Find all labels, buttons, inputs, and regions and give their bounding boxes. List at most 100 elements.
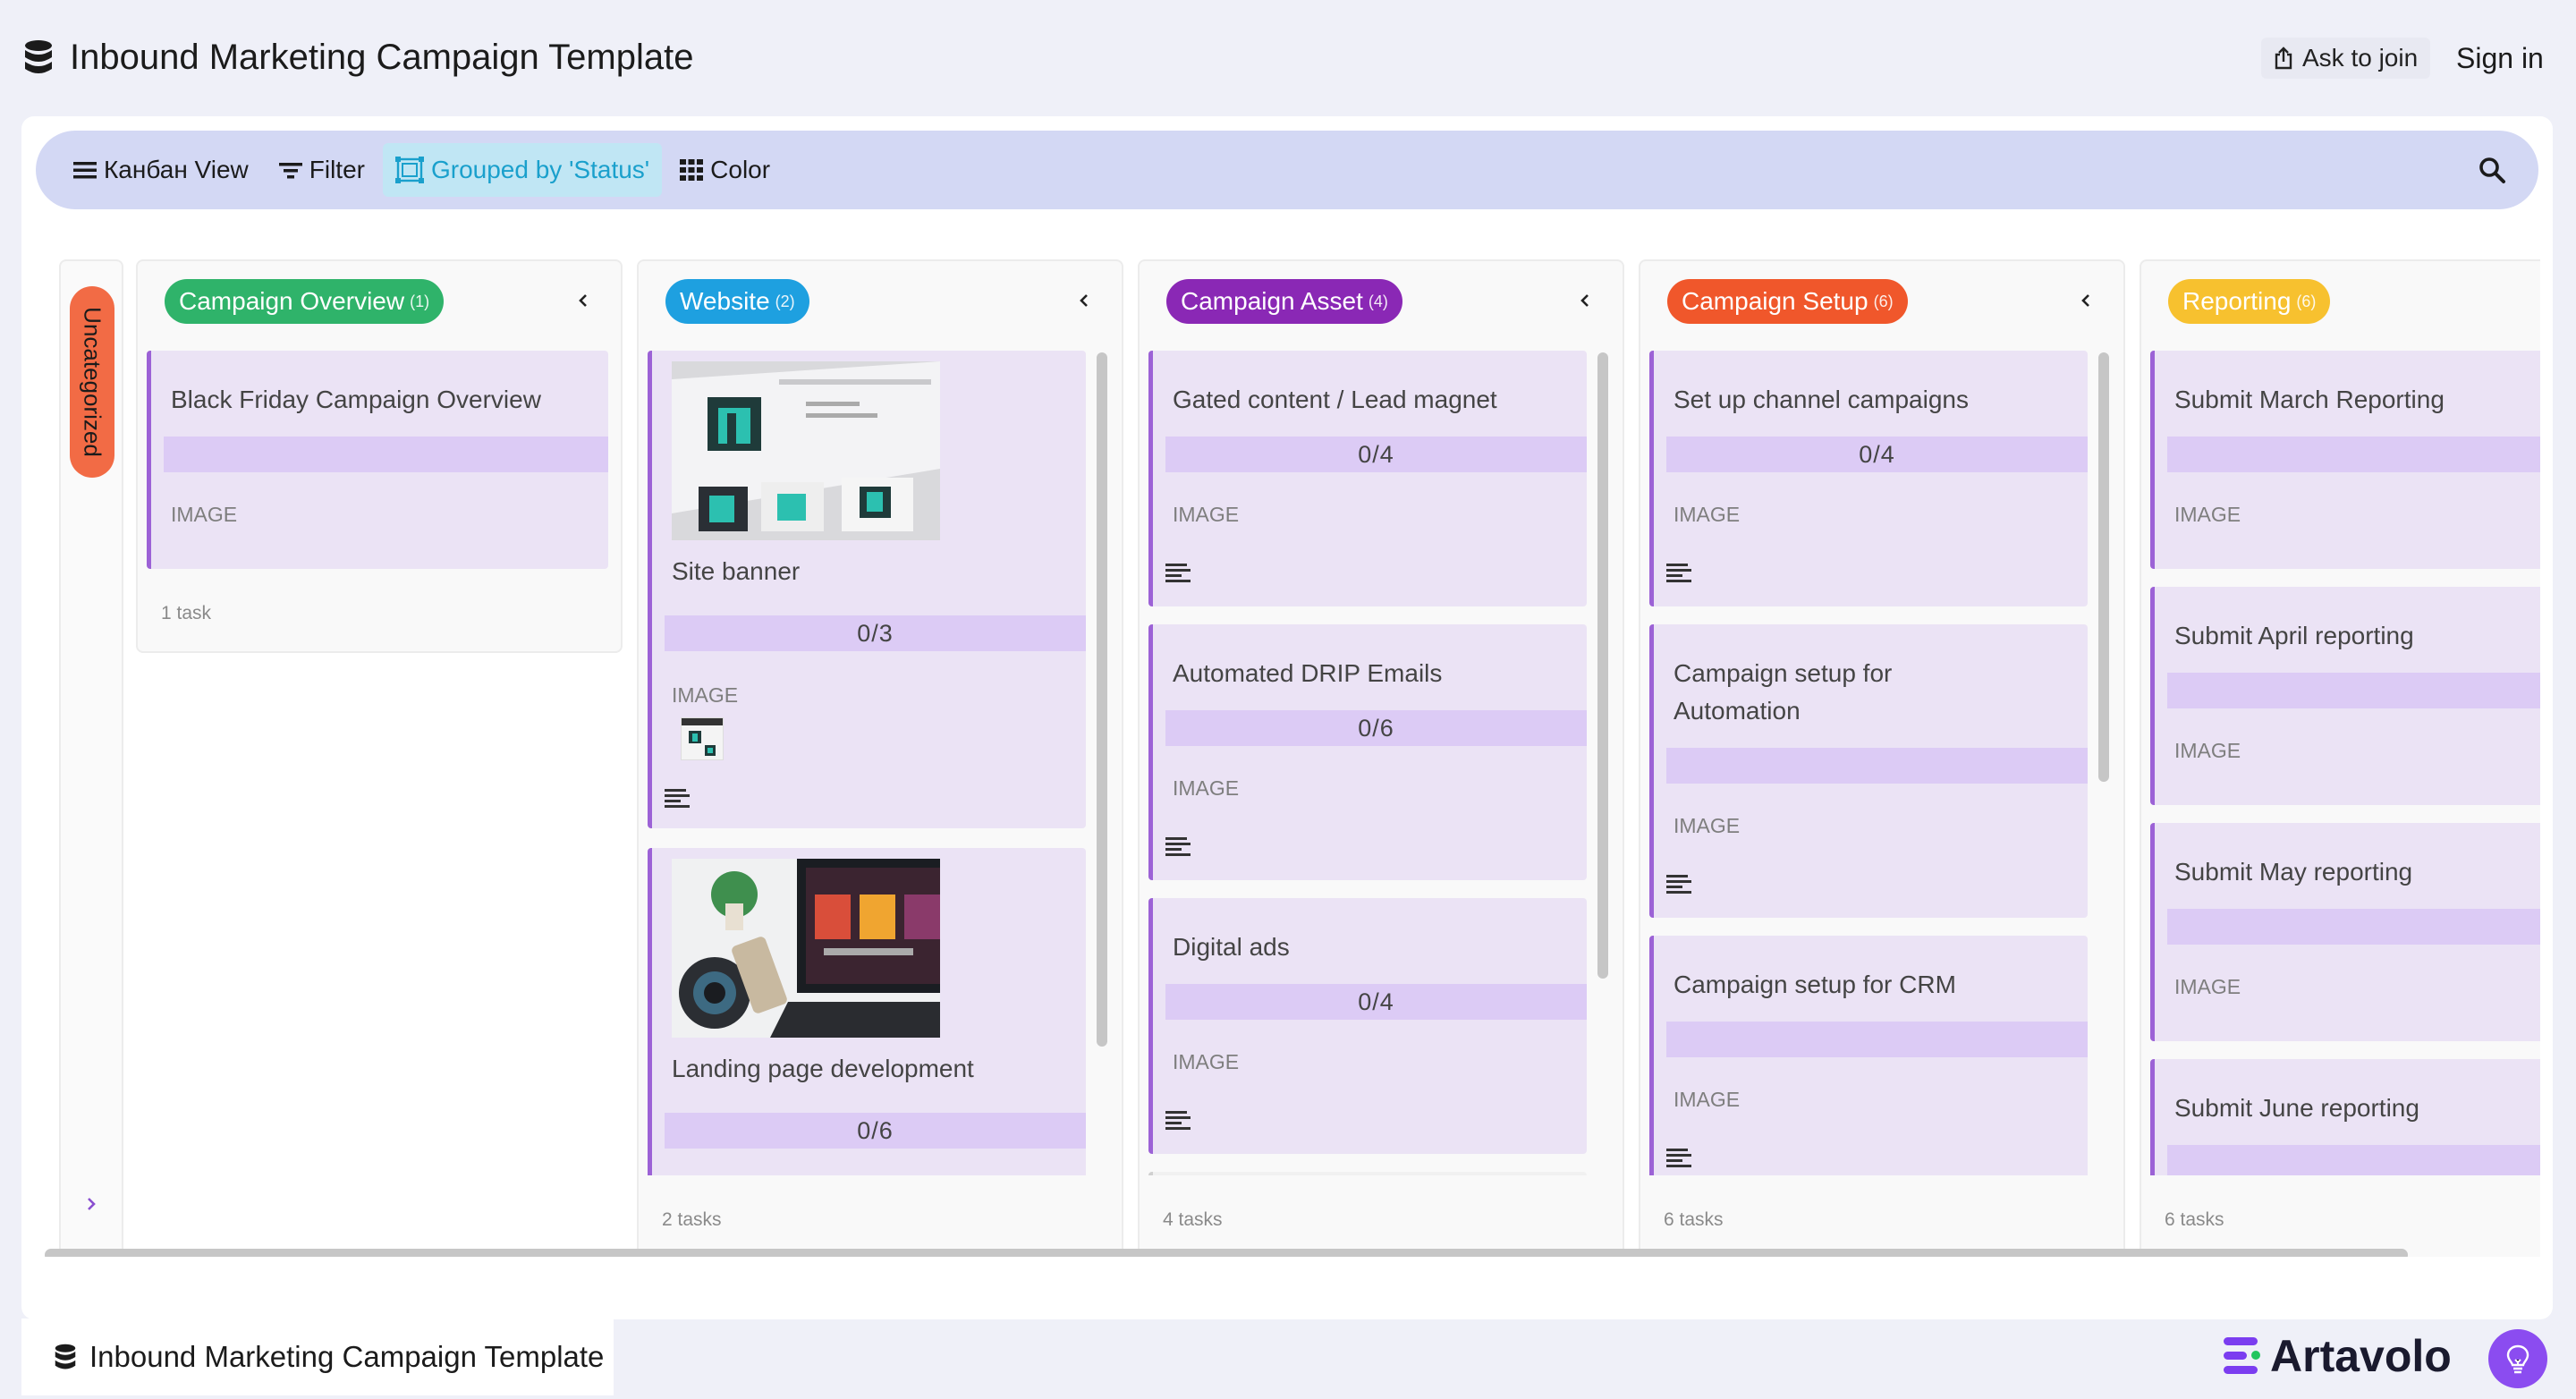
column-campaign-overview: Campaign Overview (1) Black Friday Campa…	[136, 259, 623, 653]
card-progress	[2167, 1145, 2540, 1175]
task-card[interactable]	[1148, 1172, 1587, 1175]
card-title: Site banner	[672, 557, 801, 585]
card-cover-image	[672, 859, 940, 1038]
task-card[interactable]: Set up channel campaigns 0/4 IMAGE	[1649, 351, 2088, 606]
bottom-title: Inbound Marketing Campaign Template	[89, 1340, 605, 1373]
lightbulb-icon[interactable]	[2488, 1329, 2547, 1388]
card-title: Submit May reporting	[2174, 858, 2413, 886]
task-card[interactable]: Landing page development 0/6	[648, 848, 1086, 1175]
card-progress: 0/4	[1165, 437, 1587, 472]
brand-name: Artavolo	[2270, 1331, 2452, 1381]
column-count: (6)	[1873, 292, 1894, 310]
task-card[interactable]: Site banner 0/3 IMAGE	[648, 351, 1086, 828]
chevron-left-icon[interactable]	[572, 290, 594, 311]
chevron-left-icon[interactable]	[1574, 290, 1596, 311]
card-image-label: IMAGE	[1674, 503, 1741, 526]
card-progress: 0/6	[665, 1113, 1086, 1149]
task-card[interactable]: Submit April reporting IMAGE	[2150, 587, 2540, 805]
column-scrollbar[interactable]	[1597, 352, 1608, 979]
card-progress	[2167, 909, 2540, 945]
card-image-label: IMAGE	[2174, 739, 2241, 762]
card-progress: 0/4	[1165, 984, 1587, 1020]
menu-icon	[73, 160, 97, 180]
description-icon	[1666, 562, 1693, 583]
column-campaign-setup: Campaign Setup (6) Set up channel campai…	[1639, 259, 2125, 1257]
database-icon	[54, 1344, 77, 1370]
column-count: (6)	[2296, 292, 2317, 310]
card-title: Gated content / Lead magnet	[1173, 386, 1497, 413]
description-icon	[1666, 873, 1693, 895]
card-image-thumbnail[interactable]	[681, 717, 724, 760]
task-card[interactable]: Submit March Reporting IMAGE	[2150, 351, 2540, 569]
sign-in-link[interactable]: Sign in	[2456, 38, 2544, 79]
database-icon	[23, 39, 54, 75]
share-icon	[2274, 47, 2293, 70]
description-icon	[1666, 1147, 1693, 1168]
board-horizontal-scrollbar[interactable]	[45, 1249, 2408, 1257]
group-by-button[interactable]: Grouped by 'Status'	[382, 143, 663, 197]
color-label: Color	[710, 156, 771, 183]
card-title: Landing page development	[672, 1055, 974, 1082]
top-bar: Inbound Marketing Campaign Template Ask …	[0, 0, 2576, 114]
column-scrollbar[interactable]	[2098, 352, 2109, 782]
task-card[interactable]: Automated DRIP Emails 0/6 IMAGE	[1148, 624, 1587, 880]
column-scrollbar[interactable]	[1097, 352, 1107, 1047]
card-progress	[1666, 1022, 2088, 1057]
card-image-label: IMAGE	[1173, 1050, 1240, 1073]
app-header: Inbound Marketing Campaign Template	[23, 34, 693, 81]
task-card[interactable]: Gated content / Lead magnet 0/4 IMAGE	[1148, 351, 1587, 606]
card-image-label: IMAGE	[2174, 975, 2241, 998]
card-cover-image	[672, 361, 940, 540]
task-card[interactable]: Submit June reporting	[2150, 1059, 2540, 1175]
filter-button[interactable]: Filter	[267, 143, 377, 197]
uncategorized-column[interactable]: Uncategorized	[59, 259, 123, 1257]
filter-label: Filter	[309, 156, 365, 183]
view-toolbar: Канбан View Filter Grouped by 'Status' C…	[36, 131, 2538, 209]
column-campaign-asset: Campaign Asset (4) Gated content / Lead …	[1138, 259, 1624, 1257]
group-icon	[394, 157, 424, 183]
column-cards: Set up channel campaigns 0/4 IMAGE Campa…	[1649, 351, 2088, 1175]
card-title: Set up channel campaigns	[1674, 386, 1969, 413]
search-icon[interactable]	[2478, 156, 2506, 184]
column-reporting: Reporting (6) Submit March Reporting IMA…	[2140, 259, 2540, 1257]
card-progress: 0/3	[665, 615, 1086, 651]
view-switcher-button[interactable]: Канбан View	[61, 143, 261, 197]
color-button[interactable]: Color	[667, 143, 783, 197]
card-image-label: IMAGE	[672, 683, 739, 707]
artavolo-logo-icon	[2224, 1337, 2263, 1375]
app-title: Inbound Marketing Campaign Template	[70, 37, 694, 77]
card-image-label: IMAGE	[1173, 776, 1240, 800]
column-header: Campaign Asset (4)	[1166, 279, 1402, 324]
brand-logo[interactable]: Artavolo	[2224, 1331, 2452, 1381]
task-card[interactable]: Submit May reporting IMAGE	[2150, 823, 2540, 1041]
column-header: Campaign Overview (1)	[165, 279, 445, 324]
task-card[interactable]: Campaign setup for Automation IMAGE	[1649, 624, 2088, 918]
task-card[interactable]: Campaign setup for CRM IMAGE	[1649, 936, 2088, 1175]
column-task-count: 4 tasks	[1163, 1209, 1223, 1230]
main-panel: Канбан View Filter Grouped by 'Status' C…	[21, 116, 2553, 1319]
card-image-label: IMAGE	[1173, 503, 1240, 526]
ask-to-join-button[interactable]: Ask to join	[2261, 38, 2431, 79]
card-progress	[2167, 673, 2540, 708]
column-task-count: 1 task	[161, 603, 212, 623]
chevron-right-icon[interactable]	[79, 1191, 104, 1217]
column-title: Reporting	[2182, 287, 2292, 315]
view-label: Канбан View	[104, 156, 249, 183]
card-title: Submit April reporting	[2174, 622, 2414, 649]
chevron-left-icon[interactable]	[2075, 290, 2097, 311]
bottom-title-tab[interactable]: Inbound Marketing Campaign Template	[21, 1318, 614, 1395]
group-label: Grouped by 'Status'	[430, 156, 650, 183]
card-title: Submit June reporting	[2174, 1094, 2419, 1122]
card-title: Black Friday Campaign Overview	[171, 386, 541, 413]
task-card[interactable]: Digital ads 0/4 IMAGE	[1148, 898, 1587, 1154]
column-title: Campaign Asset	[1181, 287, 1363, 315]
card-image-label: IMAGE	[171, 503, 238, 526]
column-cards: Gated content / Lead magnet 0/4 IMAGE Au…	[1148, 351, 1587, 1175]
kanban-board: Uncategorized Campaign Overview (1) Blac…	[36, 250, 2540, 1257]
description-icon	[1165, 562, 1192, 583]
chevron-left-icon[interactable]	[1073, 290, 1095, 311]
card-progress: 0/4	[1666, 437, 2088, 472]
task-card[interactable]: Black Friday Campaign Overview IMAGE	[147, 351, 608, 569]
card-progress	[2167, 437, 2540, 472]
card-image-label: IMAGE	[1674, 1088, 1741, 1111]
